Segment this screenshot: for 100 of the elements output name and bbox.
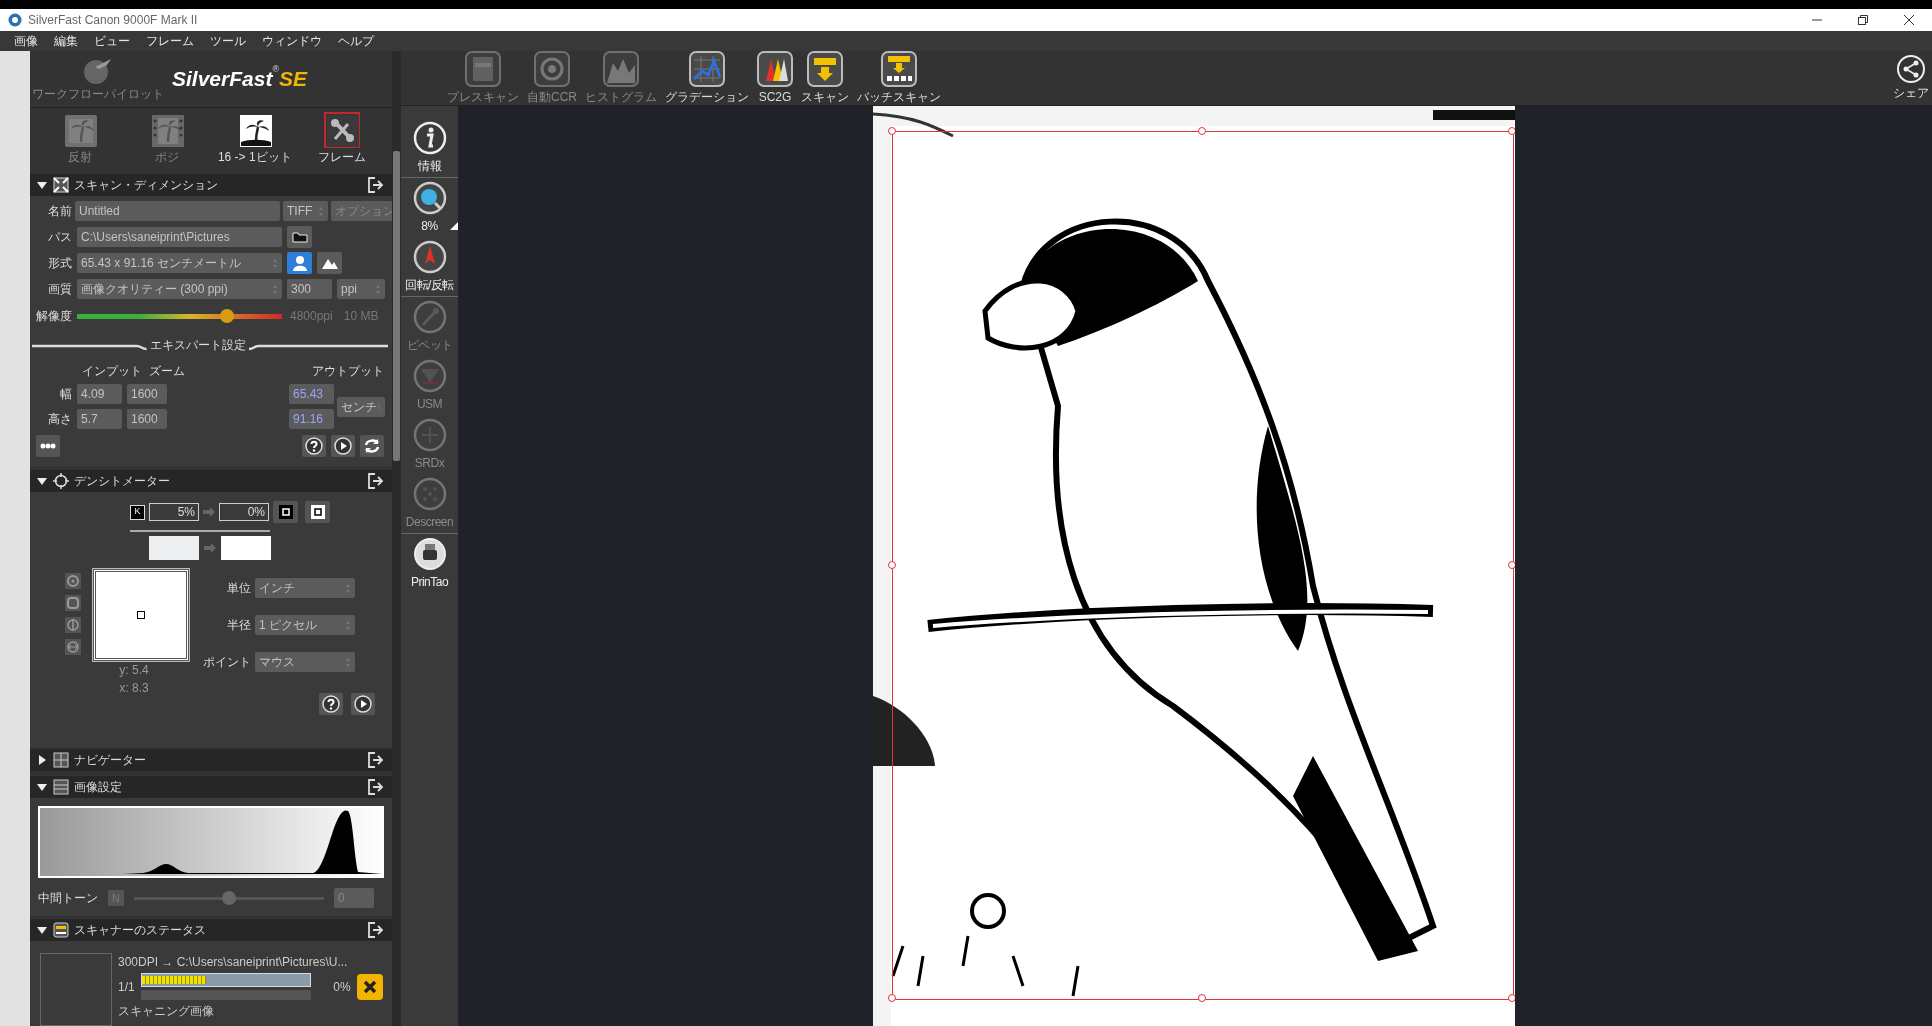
coordinate-label: x: 8.3 [119,680,149,697]
section-header[interactable]: ナビゲーター [30,749,392,771]
side-tool-button[interactable]: 回転/反転 [401,237,458,296]
section-header[interactable]: スキャナーのステータス [30,919,392,941]
mode-button[interactable]: 16 -> 1ビット [211,112,299,166]
setting-select[interactable]: マウス [255,652,355,672]
side-tool-button[interactable]: PrinTao [401,534,458,593]
ppi-field[interactable]: 300 [287,279,332,299]
crop-square-icon [53,177,69,193]
person-icon [290,254,309,272]
logo-text: SilverFast [172,67,273,91]
menu-item[interactable]: ヘルプ [330,31,382,51]
frame-handle[interactable] [888,994,896,1002]
frame-handle[interactable] [888,127,896,135]
section-header[interactable]: スキャン・ディメンション [30,174,392,196]
output-unit-select[interactable]: センチ [337,396,385,417]
section-header[interactable]: 画像設定 [30,776,392,798]
max-resolution: 4800ppi [290,308,333,325]
expert-settings-label: エキスパート設定 [148,337,247,354]
arrows-circle-icon[interactable] [65,639,81,655]
cancel-button[interactable] [356,973,383,1000]
side-tool-button[interactable]: 8% [401,178,458,237]
setting-select[interactable]: 1 ピクセル [255,615,355,635]
close-icon[interactable] [1904,15,1914,25]
more-button[interactable] [36,435,60,457]
spinner-icon [318,205,324,217]
frame-handle[interactable] [1198,127,1206,135]
zoom-field[interactable]: 1600 [127,408,167,429]
help-button[interactable] [302,435,326,457]
target-icon[interactable] [65,573,81,589]
input-field[interactable]: 5.7 [77,408,122,429]
toolbar-button[interactable]: SC2G [757,50,793,106]
menu-item[interactable]: フレーム [138,31,202,51]
frame-handle[interactable] [1508,994,1515,1002]
color-swatch [149,536,199,560]
toolbar-button[interactable]: スキャン [801,50,849,106]
slider-thumb[interactable] [219,309,234,323]
name-field[interactable]: Untitled [75,201,280,221]
shadow-point-button[interactable] [273,501,298,523]
scrollbar[interactable] [392,51,401,1026]
ring-icon[interactable] [65,595,81,611]
size-select[interactable]: 65.43 x 91.16 センチメートル [77,253,282,273]
slider-thumb[interactable] [222,891,236,905]
menu-item[interactable]: ビュー [86,31,138,51]
scanner-icon [53,922,69,938]
menu-item[interactable]: 画像 [6,31,46,51]
toolbar-button[interactable]: グラデーション [665,50,749,106]
section-title: スキャナーのステータス [74,922,206,939]
output-field[interactable]: 65.43 [289,384,334,404]
frame-handle[interactable] [888,560,896,569]
export-icon[interactable] [367,778,384,796]
toolbar-button[interactable]: バッチスキャン [857,50,941,106]
export-icon[interactable] [367,472,384,490]
path-field[interactable]: C:\Users\saneiprint\Pictures [77,227,282,247]
help-button[interactable] [319,693,343,715]
reset-button[interactable] [360,435,384,457]
quality-select[interactable]: 画像クオリティー (300 ppi) [77,279,282,299]
spinner-icon [345,619,351,631]
export-icon[interactable] [367,921,384,939]
frame-handle[interactable] [1508,127,1515,135]
pipette-icon [412,299,447,334]
caret-icon[interactable] [36,475,48,487]
caret-icon[interactable] [36,924,48,936]
format-select[interactable]: TIFF [283,201,328,221]
caret-icon[interactable] [36,754,48,766]
highlight-point-button[interactable] [305,501,330,523]
sample-marker [137,611,145,619]
mode-button[interactable]: フレーム [298,112,386,166]
frame-handle[interactable] [1198,994,1206,1002]
menu-item[interactable]: ツール [202,31,254,51]
input-field[interactable]: 4.09 [77,384,122,404]
side-tool-button[interactable]: 情報 [401,118,458,177]
zoom-field[interactable]: 1600 [127,384,167,404]
folder-button[interactable] [287,226,312,248]
orientation-button[interactable] [317,252,342,274]
orientation-button[interactable] [287,252,312,274]
split-circle-icon[interactable] [65,617,81,633]
menu-item[interactable]: 編集 [46,31,86,51]
color-stripes-icon [757,50,793,87]
unit-select[interactable]: ppi [337,279,385,299]
restore-icon[interactable] [1858,15,1868,25]
section-header[interactable]: デンシトメーター [30,470,392,492]
play-button[interactable] [331,435,355,457]
column-label: インプット [82,363,143,380]
menu-item[interactable]: ウィンドウ [254,31,330,51]
export-icon[interactable] [367,176,384,194]
file-size: 10 MB [343,308,379,325]
share-button[interactable]: シェア [1893,54,1929,102]
output-field[interactable]: 91.16 [289,408,334,429]
frame-handle[interactable] [1508,560,1515,569]
setting-select[interactable]: インチ [255,578,355,598]
palm-photo-icon [63,114,98,148]
play-button[interactable] [351,693,375,715]
refresh-icon [363,437,381,455]
more-icon [40,443,56,449]
arrow-icon [203,507,215,517]
caret-icon[interactable] [36,179,48,191]
caret-icon[interactable] [36,781,48,793]
film-strip-icon [151,114,186,148]
export-icon[interactable] [367,751,384,769]
